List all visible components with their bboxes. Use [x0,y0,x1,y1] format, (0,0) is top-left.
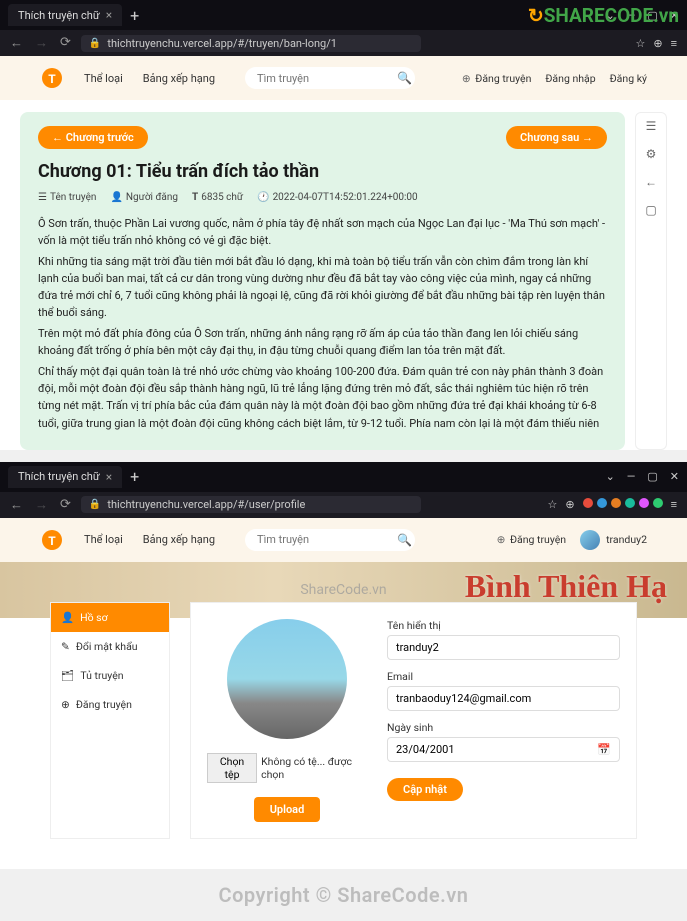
reload-icon[interactable]: ⟳ [60,35,71,51]
archive-icon: 🗂 [61,669,74,682]
list-icon[interactable]: ☰ [646,119,657,133]
svg-text:T: T [48,534,56,548]
back-icon[interactable]: ← [10,497,23,513]
chapter-body: Ô Sơn trấn, thuộc Phần Lai vương quốc, n… [38,215,607,432]
user-menu[interactable]: tranduy2 [580,530,647,550]
lock-icon: 🔒 [89,499,101,510]
search-icon[interactable]: 🔍 [397,533,412,547]
url-box[interactable]: 🔒 thichtruyenchu.vercel.app/#/truyen/ban… [81,35,421,52]
svg-text:T: T [48,72,56,86]
url-box[interactable]: 🔒 thichtruyenchu.vercel.app/#/user/profi… [81,496,421,513]
chapter-panel: ← Chương trước Chương sau → Chương 01: T… [20,112,625,450]
sidebar-item-profile[interactable]: 👤Hồ sơ [51,603,169,632]
back-icon[interactable]: ← [10,35,23,51]
address-bar: ← → ⟳ 🔒 thichtruyenchu.vercel.app/#/truy… [0,30,687,56]
calendar-icon[interactable]: 📅 [597,743,611,756]
close-icon[interactable]: × [106,470,112,484]
gear-icon[interactable]: ⚙ [646,147,657,161]
forward-icon: → [35,35,48,51]
next-chapter-button[interactable]: Chương sau → [506,126,607,149]
file-status: Không có tệ... được chọn [261,755,367,781]
nav-signup[interactable]: Đăng ký [610,72,647,85]
nav-category[interactable]: Thể loại [84,533,123,546]
sidebar-item-upload[interactable]: ⊕Đăng truyện [51,690,169,719]
user-icon: 👤 [110,192,122,203]
avatar-icon [580,530,600,550]
reload-icon[interactable]: ⟳ [60,497,71,513]
pencil-icon: ✎ [61,640,70,653]
upload-icon: ⊕ [462,72,471,85]
extension-icons[interactable] [583,498,663,511]
shield-icon[interactable]: ⊕ [653,37,662,50]
back-icon[interactable]: ← [645,175,657,189]
sidebar-item-bookshelf[interactable]: 🗂Tủ truyện [51,661,169,690]
plus-icon[interactable]: + [130,467,139,486]
bookmark-icon[interactable]: ▢ [645,203,656,217]
minimize-icon[interactable]: — [627,470,636,483]
search-input[interactable] [257,72,397,85]
watermark: ShareCode.vn [300,582,386,598]
nav-ranking[interactable]: Bảng xếp hạng [143,533,215,546]
watermark: ↻SHARECODE.vn [528,4,679,27]
search-input[interactable] [257,533,397,546]
dob-input[interactable]: 23/04/2001 📅 [387,737,620,762]
nav-login[interactable]: Đăng nhập [545,72,595,85]
book-icon: ☰ [38,192,47,203]
browser-tab[interactable]: Thích truyện chữ × [8,4,122,26]
search-box[interactable]: 🔍 [245,67,415,89]
shield-icon[interactable]: ⊕ [565,498,574,511]
email-label: Email [387,670,620,683]
search-icon[interactable]: 🔍 [397,71,412,85]
sidebar-item-password[interactable]: ✎Đổi mật khẩu [51,632,169,661]
footer-copyright: Copyright © ShareCode.vn [0,869,687,921]
logo-icon[interactable]: T [40,66,64,90]
url-text: thichtruyenchu.vercel.app/#/truyen/ban-l… [107,37,337,50]
browser-top: Thích truyện chữ × + ⌄ — ▢ ✕ ← → ⟳ 🔒 thi… [0,462,687,518]
star-icon[interactable]: ☆ [635,37,645,50]
name-label: Tên hiển thị [387,619,620,632]
forward-icon: → [35,497,48,513]
user-icon: 👤 [61,611,74,624]
chapter-title: Chương 01: Tiểu trấn đích tảo thần [38,161,607,182]
choose-file-button[interactable]: Chọn tệp [207,753,257,783]
browser-tab[interactable]: Thích truyện chữ × [8,466,122,488]
profile-sidebar: 👤Hồ sơ ✎Đổi mật khẩu 🗂Tủ truyện ⊕Đăng tr… [50,602,170,839]
update-button[interactable]: Cập nhật [387,778,463,801]
email-input[interactable] [387,686,620,711]
chevron-down-icon[interactable]: ⌄ [606,470,615,483]
chapter-meta: ☰ Tên truyện 👤 Người đăng T 6835 chữ 🕐 2… [38,192,607,203]
maximize-icon[interactable]: ▢ [647,470,657,483]
reader-tools: ☰ ⚙ ← ▢ [635,112,667,450]
avatar-image [227,619,347,739]
close-window-icon[interactable]: ✕ [670,470,679,483]
lock-icon: 🔒 [89,38,101,49]
close-icon[interactable]: × [106,8,112,22]
logo-icon[interactable]: T [40,528,64,552]
nav-category[interactable]: Thể loại [84,72,123,85]
top-nav: T Thể loại Bảng xếp hạng 🔍 ⊕ Đăng truyện… [0,56,687,100]
upload-button[interactable]: Upload [254,797,321,822]
menu-icon[interactable]: ≡ [671,498,677,511]
plus-icon[interactable]: + [130,6,139,25]
upload-icon: ⊕ [497,533,506,546]
plus-icon: ⊕ [61,698,70,711]
menu-icon[interactable]: ≡ [671,37,677,50]
profile-main: Chọn tệp Không có tệ... được chọn Upload… [190,602,637,839]
search-box[interactable]: 🔍 [245,529,415,551]
clock-icon: 🕐 [257,192,269,203]
name-input[interactable] [387,635,620,660]
hero-title: Bình Thiên Hạ [465,568,667,605]
nav-ranking[interactable]: Bảng xếp hạng [143,72,215,85]
tab-title: Thích truyện chữ [18,9,100,22]
prev-chapter-button[interactable]: ← Chương trước [38,126,148,149]
nav-upload[interactable]: ⊕ Đăng truyện [497,533,567,546]
star-icon[interactable]: ☆ [547,498,557,511]
nav-upload[interactable]: ⊕ Đăng truyện [462,72,532,85]
